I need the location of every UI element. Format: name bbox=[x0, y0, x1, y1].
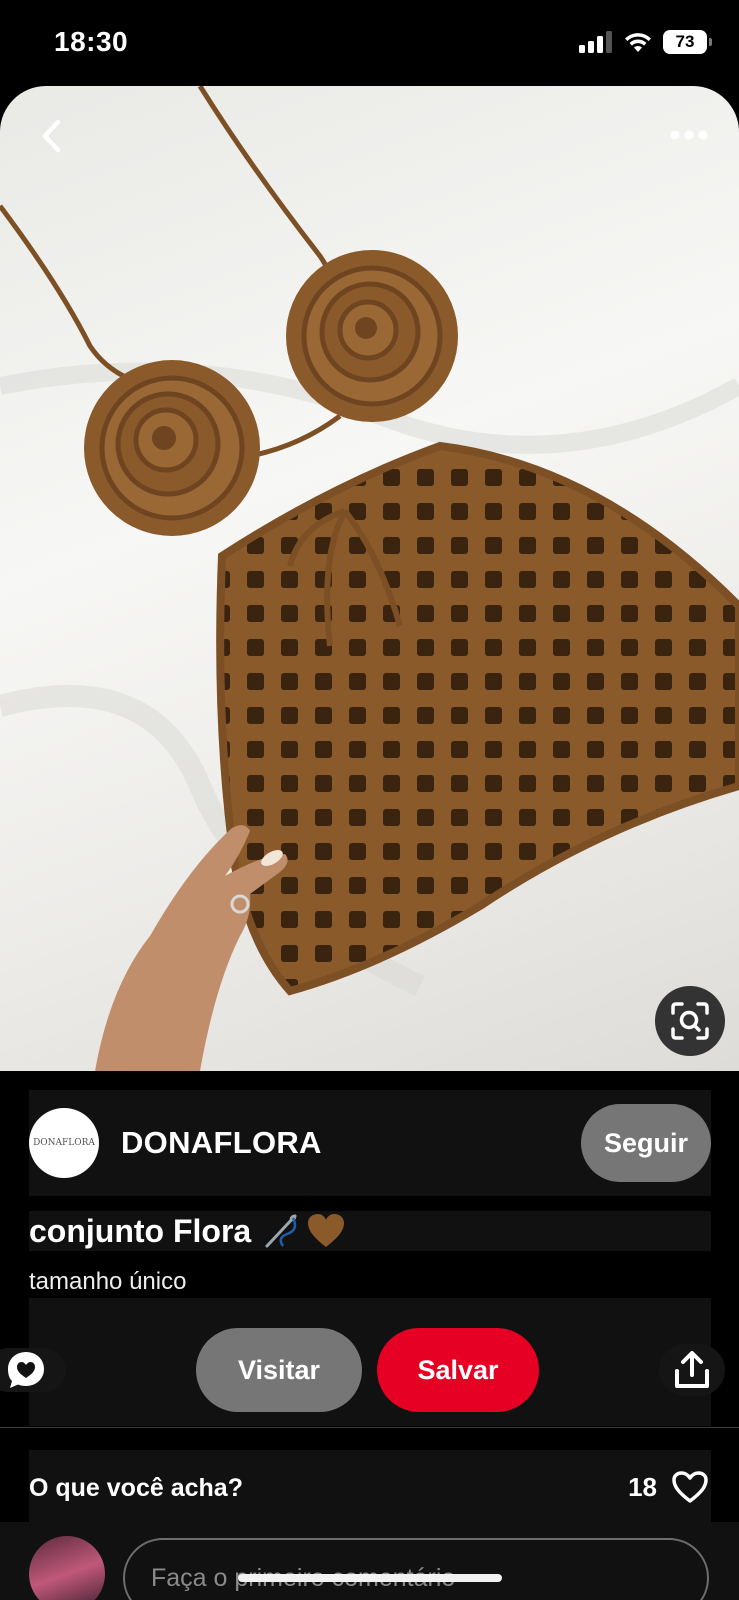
brown-heart-icon bbox=[308, 1214, 345, 1247]
visual-search-button[interactable] bbox=[655, 986, 725, 1056]
rose-left bbox=[84, 360, 260, 536]
pin-description: tamanho único bbox=[29, 1268, 187, 1295]
status-icons: 73 bbox=[579, 30, 712, 54]
visit-button[interactable]: Visitar bbox=[196, 1328, 362, 1412]
comment-input[interactable]: Faça o primeiro comentário bbox=[123, 1538, 709, 1600]
share-icon bbox=[675, 1351, 709, 1388]
needle-thread-icon bbox=[265, 1214, 297, 1248]
comments-title: O que você acha? bbox=[29, 1474, 243, 1502]
like-control[interactable]: 18 bbox=[628, 1470, 709, 1504]
lens-search-icon bbox=[671, 1002, 709, 1040]
action-bar bbox=[29, 1298, 711, 1426]
status-bar: 18:30 73 bbox=[0, 0, 739, 86]
more-options-button[interactable] bbox=[665, 120, 713, 150]
creator-avatar[interactable]: DONAFLORA bbox=[29, 1108, 99, 1178]
follow-button[interactable]: Seguir bbox=[581, 1104, 711, 1182]
battery-icon: 73 bbox=[663, 30, 712, 54]
rose-right bbox=[286, 250, 458, 422]
signal-icon bbox=[579, 31, 612, 53]
back-button[interactable] bbox=[30, 114, 74, 158]
comment-reaction-button[interactable] bbox=[0, 1348, 66, 1392]
battery-level: 73 bbox=[675, 32, 695, 51]
save-button[interactable]: Salvar bbox=[377, 1328, 539, 1412]
creator-name[interactable]: DONAFLORA bbox=[121, 1125, 322, 1161]
creator-row: DONAFLORA DONAFLORA Seguir bbox=[29, 1090, 711, 1196]
chevron-left-icon bbox=[42, 119, 61, 153]
section-divider bbox=[0, 1427, 739, 1428]
title-emojis bbox=[261, 1212, 345, 1250]
pin-image[interactable] bbox=[0, 86, 739, 1071]
status-time: 18:30 bbox=[54, 26, 129, 57]
pin-title-row: conjunto Flora bbox=[29, 1211, 711, 1251]
pin-title: conjunto Flora bbox=[29, 1212, 252, 1249]
ellipsis-icon bbox=[670, 130, 708, 140]
crochet-set-photo bbox=[0, 86, 739, 1071]
avatar-logo-text: DONAFLORA bbox=[33, 1138, 95, 1148]
share-button[interactable] bbox=[659, 1344, 725, 1396]
heart-icon bbox=[672, 1471, 708, 1503]
home-indicator[interactable] bbox=[238, 1574, 502, 1582]
like-count: 18 bbox=[628, 1471, 657, 1502]
wifi-icon bbox=[625, 33, 651, 52]
speech-heart-icon bbox=[8, 1352, 44, 1388]
